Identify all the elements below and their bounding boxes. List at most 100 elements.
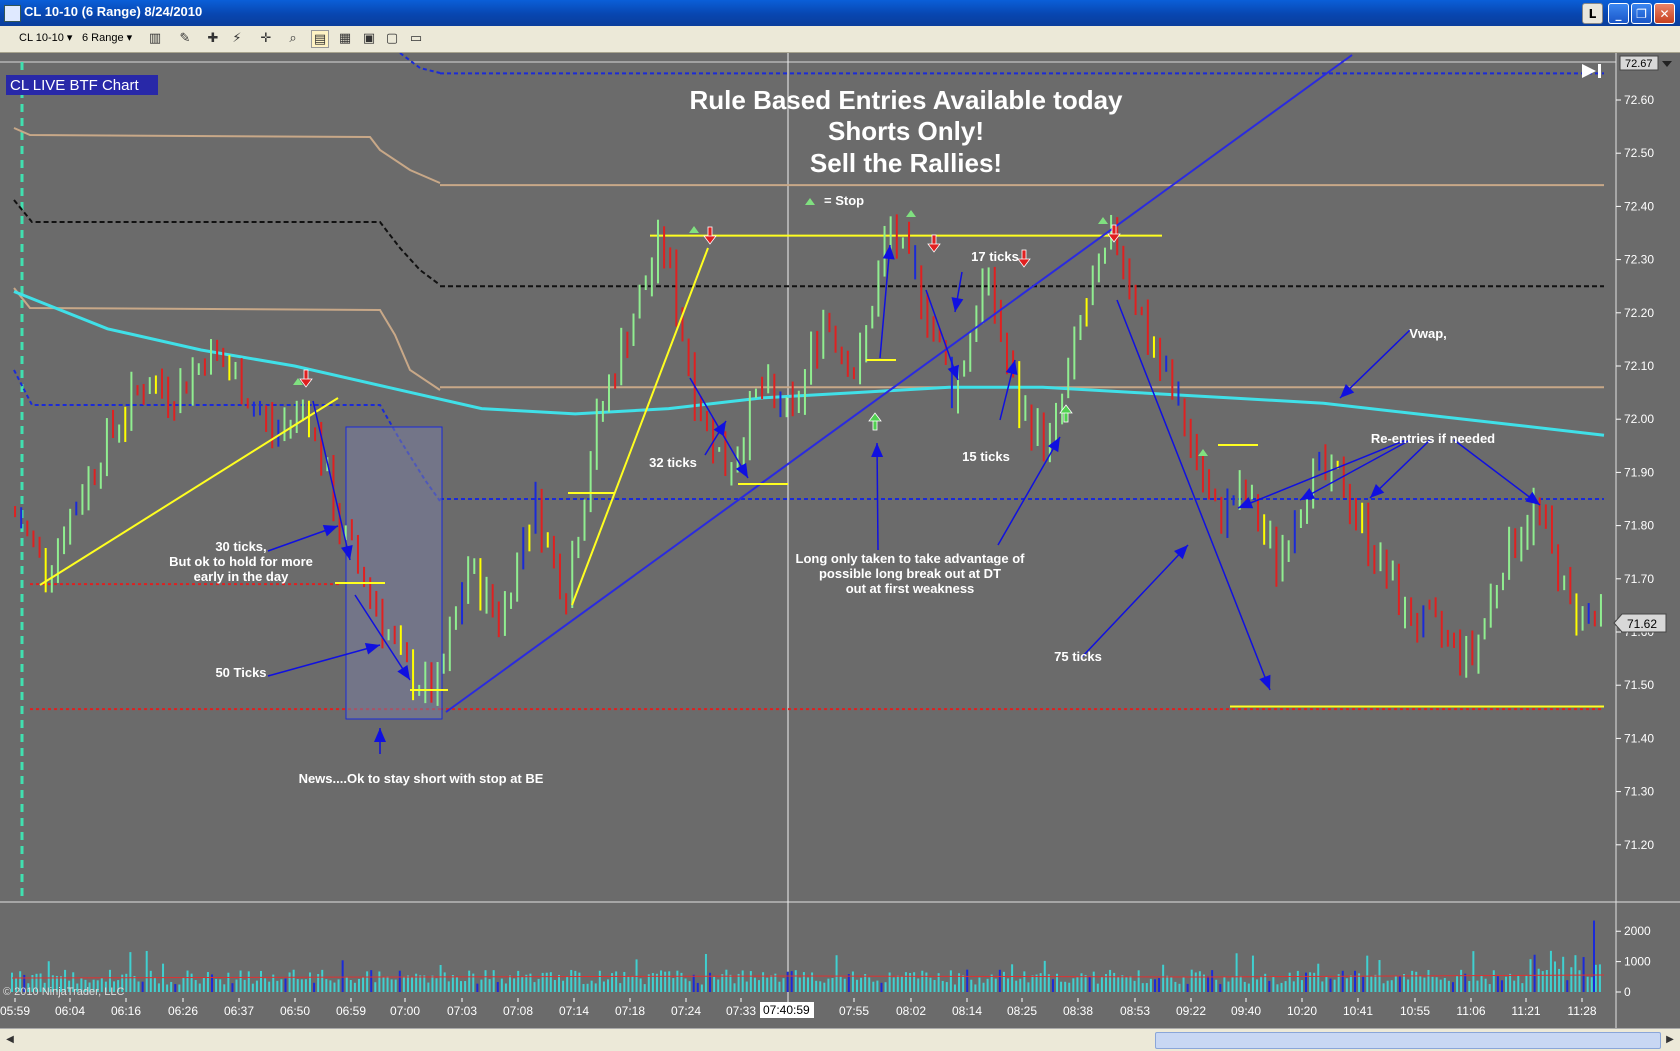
time-tick-label: 11:06 (1456, 1004, 1485, 1018)
annotation-long-3: out at first weakness (846, 581, 975, 596)
volume-tick-label: 1000 (1624, 955, 1651, 969)
properties-icon[interactable]: ▣ (360, 30, 378, 48)
price-tick-label: 72.00 (1624, 412, 1654, 426)
short-entry-arrow (303, 369, 309, 381)
scroll-right-icon[interactable]: ▶ (1662, 1032, 1678, 1048)
time-tick-label: 07:24 (671, 1004, 701, 1018)
time-tick-label: 05:59 (0, 1004, 30, 1018)
bar-style-icon[interactable]: ▥ (146, 30, 164, 48)
long-entry-arrow (872, 419, 878, 431)
time-tick-label: 08:02 (896, 1004, 926, 1018)
annotation-reentries: Re-entries if needed (1371, 431, 1495, 446)
top-price-label: 72.67 (1625, 58, 1653, 70)
time-tick-label: 06:16 (111, 1004, 141, 1018)
price-tick-label: 72.60 (1624, 93, 1654, 107)
time-tick-label: 08:53 (1120, 1004, 1150, 1018)
time-tick-label: 08:14 (952, 1004, 982, 1018)
print-icon[interactable]: ▢ (383, 30, 401, 48)
long-entry-arrow (1063, 411, 1069, 423)
annotation-30-ticks-2: But ok to hold for more (169, 554, 313, 569)
current-price-label: 71.62 (1627, 617, 1657, 631)
save-template-icon[interactable]: ▭ (407, 30, 425, 48)
window-title: CL 10-10 (6 Range) 8/24/2010 (24, 4, 203, 19)
time-tick-label: 11:28 (1567, 1004, 1596, 1018)
time-tick-label: 09:40 (1231, 1004, 1261, 1018)
headline-line-2: Shorts Only! (828, 116, 984, 146)
ninjatrader-chart-window: CL 10-10 (6 Range) 8/24/2010 L _ ❐ ✕ CL … (0, 0, 1680, 1051)
stop-legend-text: = Stop (824, 193, 864, 208)
price-tick-label: 71.20 (1624, 838, 1654, 852)
price-tick-label: 71.30 (1624, 785, 1654, 799)
scroll-to-end-bar-icon (1598, 64, 1601, 78)
time-tick-label: 06:59 (336, 1004, 366, 1018)
chart-label-text: CL LIVE BTF Chart (10, 77, 139, 94)
price-tick-label: 71.90 (1624, 465, 1654, 479)
time-tick-label: 07:00 (390, 1004, 420, 1018)
minimize-button[interactable]: _ (1608, 3, 1629, 24)
volume-tick-label: 2000 (1624, 924, 1651, 938)
drawing-pencil-icon[interactable]: ✎ (176, 30, 194, 48)
app-icon (4, 5, 21, 22)
chart-trader-icon[interactable]: ▤ (311, 30, 329, 48)
annotation-news: News....Ok to stay short with stop at BE (299, 771, 544, 786)
price-tick-label: 71.80 (1624, 519, 1654, 533)
price-tick-label: 72.10 (1624, 359, 1654, 373)
short-entry-arrow (707, 226, 713, 238)
scrollbar-thumb[interactable] (1155, 1032, 1661, 1049)
instrument-selector[interactable]: CL 10-10 ▾ (19, 31, 72, 44)
price-tick-label: 72.30 (1624, 253, 1654, 267)
annotation-32-ticks: 32 ticks (649, 455, 697, 470)
price-tick-label: 72.50 (1624, 146, 1654, 160)
zoom-icon[interactable]: ⌕ (284, 30, 302, 48)
strategy-icon[interactable]: ⚡ (228, 30, 246, 48)
instrument-label: CL 10-10 (19, 32, 64, 44)
close-button[interactable]: ✕ (1654, 3, 1675, 24)
data-box-icon[interactable]: ▦ (336, 30, 354, 48)
period-selector[interactable]: 6 Range ▾ (82, 31, 132, 44)
annotation-long-2: possible long break out at DT (819, 566, 1001, 581)
time-tick-label: 08:25 (1007, 1004, 1037, 1018)
time-tick-label: 07:55 (839, 1004, 869, 1018)
annotation-15-ticks: 15 ticks (962, 449, 1010, 464)
annotation-30-ticks-1: 30 ticks, (215, 539, 266, 554)
scroll-left-icon[interactable]: ◀ (2, 1032, 18, 1048)
crosshair-time-label: 07:40:59 (763, 1003, 810, 1017)
annotation-30-ticks-3: early in the day (194, 569, 289, 584)
annotation-long-1: Long only taken to take advantage of (796, 551, 1026, 566)
price-chart-panel[interactable]: CL LIVE BTF Chart Rule Based Entries Ava… (0, 53, 1680, 1028)
price-tick-label: 71.40 (1624, 731, 1654, 745)
time-tick-label: 10:41 (1343, 1004, 1373, 1018)
time-tick-label: 09:22 (1176, 1004, 1206, 1018)
time-tick-label: 06:50 (280, 1004, 310, 1018)
maximize-button[interactable]: ❐ (1631, 3, 1652, 24)
annotation-vwap: Vwap, (1409, 326, 1447, 341)
headline-line-3: Sell the Rallies! (810, 148, 1002, 178)
time-tick-label: 07:03 (447, 1004, 477, 1018)
annotation-50-ticks: 50 Ticks (215, 665, 266, 680)
price-tick-label: 71.50 (1624, 678, 1654, 692)
add-indicator-icon[interactable]: ✚ (204, 30, 222, 48)
time-tick-label: 08:38 (1063, 1004, 1093, 1018)
time-tick-label: 07:18 (615, 1004, 645, 1018)
price-tick-label: 72.40 (1624, 199, 1654, 213)
time-tick-label: 07:14 (559, 1004, 589, 1018)
time-tick-label: 10:20 (1287, 1004, 1317, 1018)
time-tick-label: 07:08 (503, 1004, 533, 1018)
news-zone-box (345, 426, 443, 720)
copyright-text: © 2010 NinjaTrader, LLC (3, 986, 124, 998)
crosshair-icon[interactable]: ✛ (257, 30, 275, 48)
link-button[interactable]: L (1582, 3, 1603, 24)
price-tick-label: 71.70 (1624, 572, 1654, 586)
price-tick-label: 72.20 (1624, 306, 1654, 320)
annotation-17-ticks: 17 ticks (971, 249, 1019, 264)
time-tick-label: 07:33 (726, 1004, 756, 1018)
time-tick-label: 06:26 (168, 1004, 198, 1018)
time-tick-label: 10:55 (1400, 1004, 1430, 1018)
title-bar[interactable]: CL 10-10 (6 Range) 8/24/2010 L _ ❐ ✕ (0, 0, 1680, 26)
short-entry-arrow (1111, 224, 1117, 236)
annotation-arrow-line (876, 442, 879, 551)
chart-toolbar: CL 10-10 ▾ 6 Range ▾ ▥ ✎ ✚ ⚡ ✛ ⌕ ▤ ▦ ▣ ▢… (0, 26, 1680, 53)
volume-tick-label: 0 (1624, 985, 1631, 999)
time-tick-label: 06:04 (55, 1004, 85, 1018)
horizontal-scrollbar[interactable]: ◀ ▶ (0, 1028, 1680, 1051)
